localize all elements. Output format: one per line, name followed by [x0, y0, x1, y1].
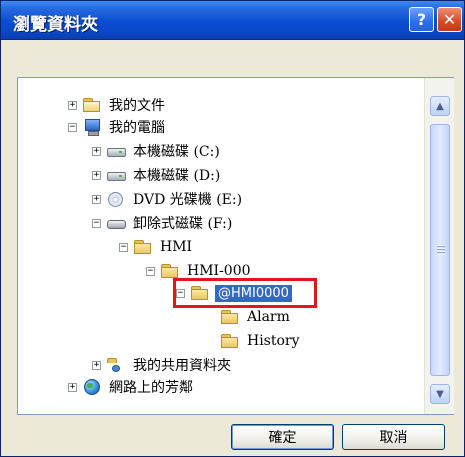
tree-item-label: 我的共用資料夾	[133, 358, 231, 374]
tree-item-alarm[interactable]: Alarm	[220, 306, 292, 328]
tree-item-label: History	[247, 333, 300, 349]
removable-drive-icon	[106, 215, 126, 231]
network-icon	[82, 379, 102, 395]
selected-item-label: @HMI0000	[215, 284, 292, 302]
tree-item-my-computer[interactable]: − 我的電腦	[68, 116, 167, 138]
tree-item-hmi[interactable]: − HMI	[119, 236, 194, 258]
tree-item-label: 本機磁碟 (C:)	[133, 144, 220, 160]
folder-icon	[190, 285, 210, 301]
dvd-drive-icon	[106, 191, 126, 207]
folder-tree: + 我的文件 − 我的電腦 + 本機磁碟 (C:) + 本機磁碟 (D:) +	[18, 78, 424, 414]
cancel-button[interactable]: 取消	[342, 424, 445, 450]
tree-item-label: Alarm	[247, 309, 290, 325]
collapse-toggle[interactable]: −	[68, 122, 77, 132]
ok-button[interactable]: 確定	[231, 424, 334, 450]
grip-icon	[437, 245, 445, 255]
tree-item-network-places[interactable]: + 網路上的芳鄰	[68, 376, 195, 398]
local-drive-icon	[106, 143, 126, 159]
expand-toggle[interactable]: +	[92, 194, 101, 204]
tree-item-label: HMI	[160, 239, 193, 255]
tree-item-label: 卸除式磁碟 (F:)	[133, 216, 233, 232]
shared-folder-icon	[106, 357, 126, 373]
tree-item-label: 我的文件	[109, 98, 165, 114]
tree-item-label: 本機磁碟 (D:)	[133, 168, 221, 184]
folder-icon	[220, 309, 240, 325]
expand-toggle[interactable]: +	[68, 382, 77, 392]
collapse-toggle[interactable]: −	[176, 288, 185, 298]
help-button[interactable]: ?	[409, 7, 434, 32]
computer-icon	[82, 119, 102, 136]
close-button[interactable]: ✕	[437, 7, 462, 32]
tree-item-my-documents[interactable]: + 我的文件	[68, 94, 167, 116]
tree-item-shared-documents[interactable]: + 我的共用資料夾	[92, 354, 233, 376]
expand-toggle[interactable]: +	[68, 100, 77, 110]
tree-item-label: DVD 光碟機 (E:)	[133, 192, 243, 208]
expand-toggle[interactable]: +	[92, 146, 101, 156]
folder-icon	[133, 239, 153, 255]
collapse-toggle[interactable]: −	[146, 266, 155, 276]
title-bar: 瀏覽資料夾 ? ✕	[1, 1, 464, 40]
tree-item-removable-f[interactable]: − 卸除式磁碟 (F:)	[92, 212, 234, 234]
tree-item-hmi-000[interactable]: − HMI-000	[146, 260, 253, 282]
folder-tree-frame: + 我的文件 − 我的電腦 + 本機磁碟 (C:) + 本機磁碟 (D:) +	[17, 77, 454, 415]
browse-folder-dialog: 瀏覽資料夾 ? ✕ + 我的文件 − 我的電腦 + 本機磁碟 (C:) + 本機…	[0, 0, 465, 457]
vertical-scrollbar[interactable]: ▲ ▼	[424, 78, 454, 414]
tree-item-drive-c[interactable]: + 本機磁碟 (C:)	[92, 140, 222, 162]
tree-item-history[interactable]: History	[220, 330, 302, 352]
tree-item-hmi0000[interactable]: − @HMI0000	[176, 282, 292, 304]
folder-icon	[220, 333, 240, 349]
collapse-toggle[interactable]: −	[119, 242, 128, 252]
documents-folder-icon	[82, 97, 102, 113]
folder-icon	[160, 263, 180, 279]
tree-item-drive-d[interactable]: + 本機磁碟 (D:)	[92, 164, 222, 186]
tree-item-dvd-e[interactable]: + DVD 光碟機 (E:)	[92, 188, 244, 210]
tree-item-label: HMI-000	[187, 263, 251, 279]
collapse-toggle[interactable]: −	[92, 218, 101, 228]
scroll-thumb[interactable]	[430, 124, 450, 376]
scroll-down-button[interactable]: ▼	[430, 384, 450, 404]
expand-toggle[interactable]: +	[92, 360, 101, 370]
local-drive-icon	[106, 167, 126, 183]
tree-item-label: 網路上的芳鄰	[109, 380, 193, 396]
expand-toggle[interactable]: +	[92, 170, 101, 180]
tree-item-label: 我的電腦	[109, 120, 165, 136]
dialog-title: 瀏覽資料夾	[13, 15, 98, 35]
scroll-up-button[interactable]: ▲	[430, 96, 450, 116]
